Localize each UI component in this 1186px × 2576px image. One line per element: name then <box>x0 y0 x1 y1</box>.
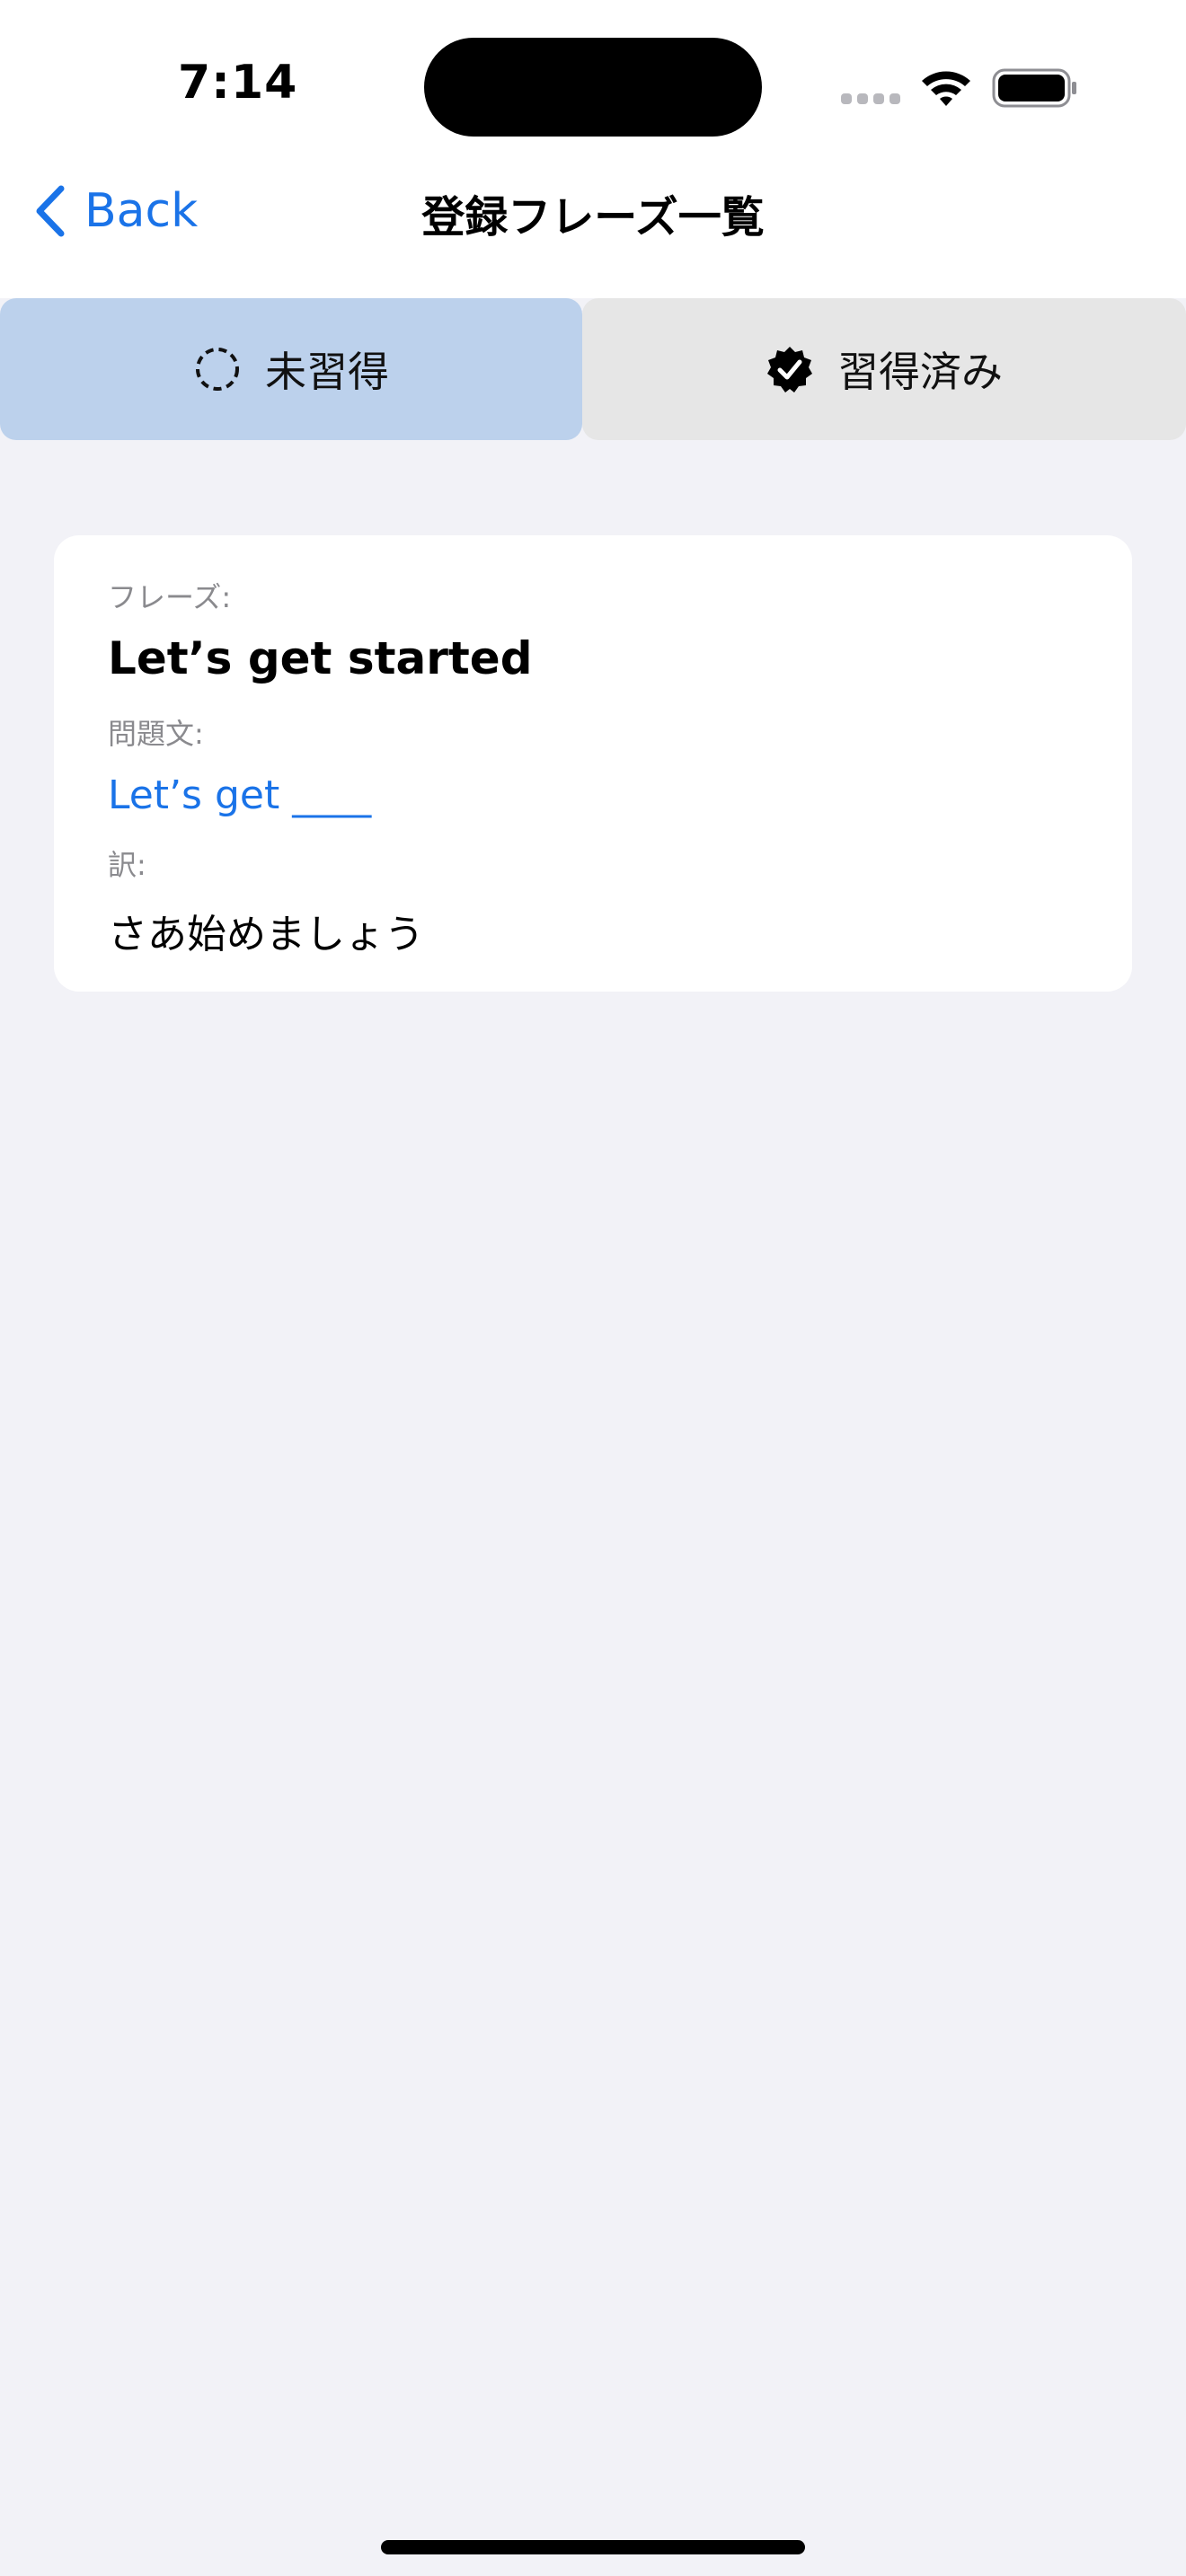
tab-unlearned[interactable]: 未習得 <box>0 298 582 440</box>
status-time: 7:14 <box>178 56 298 110</box>
phrase-text: Let’s get started <box>108 632 533 684</box>
dashed-circle-icon <box>196 348 239 391</box>
top-bar: 7:14 Back 登録フレーズ一覧 <box>0 0 1186 298</box>
wifi-icon <box>922 71 970 106</box>
dynamic-island <box>424 38 762 137</box>
segmented-control: 未習得 習得済み <box>0 298 1186 440</box>
home-indicator[interactable] <box>381 2540 805 2554</box>
phrase-label: フレーズ: <box>108 580 232 614</box>
question-text: Let’s get ____ <box>108 772 372 818</box>
page-title: 登録フレーズ一覧 <box>421 192 765 243</box>
tab-learned[interactable]: 習得済み <box>582 298 1186 440</box>
tab-learned-label: 習得済み <box>837 348 1003 396</box>
cellular-signal-icon <box>841 93 900 106</box>
question-label: 問題文: <box>108 717 204 751</box>
translation-label: 訳: <box>108 848 146 882</box>
battery-icon <box>992 68 1076 108</box>
phrase-card[interactable]: フレーズ: Let’s get started 問題文: Let’s get _… <box>54 535 1132 992</box>
checkmark-seal-icon <box>767 347 812 393</box>
translation-text: さあ始めましょう <box>108 912 424 957</box>
tab-unlearned-label: 未習得 <box>265 348 389 396</box>
